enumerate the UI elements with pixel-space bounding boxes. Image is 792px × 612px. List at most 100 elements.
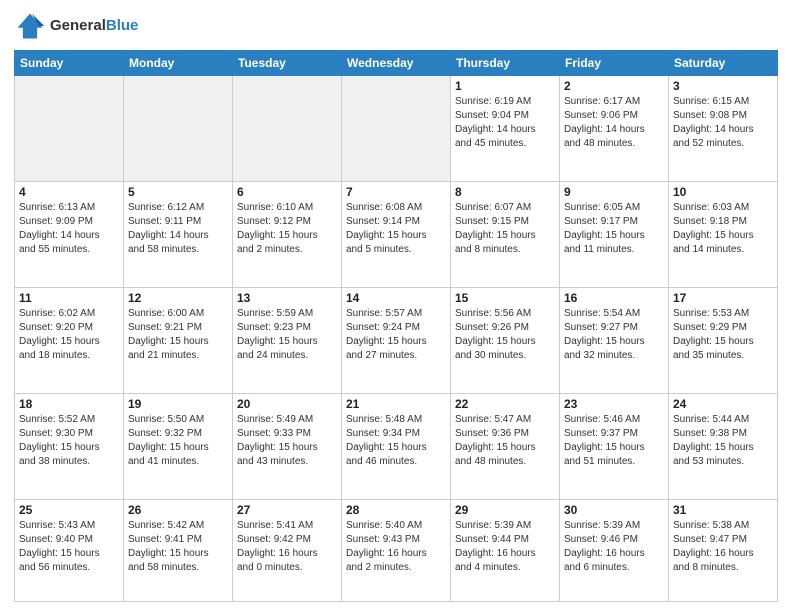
calendar-day-cell: 16 Sunrise: 5:54 AMSunset: 9:27 PMDayligh… <box>560 287 669 393</box>
day-info: Sunrise: 5:43 AMSunset: 9:40 PMDaylight:… <box>19 519 119 575</box>
day-info: Sunrise: 5:48 AMSunset: 9:34 PMDaylight:… <box>346 413 446 469</box>
day-number: 12 <box>128 291 228 305</box>
page: GeneralBlue SundayMondayTuesdayWednesday… <box>0 0 792 612</box>
calendar-day-cell: 29 Sunrise: 5:39 AMSunset: 9:44 PMDayligh… <box>451 499 560 601</box>
generalblue-logo-icon <box>14 10 46 42</box>
day-number: 29 <box>455 503 555 517</box>
calendar-day-cell <box>342 76 451 182</box>
calendar-day-cell: 17 Sunrise: 5:53 AMSunset: 9:29 PMDayligh… <box>669 287 778 393</box>
day-number: 24 <box>673 397 773 411</box>
day-number: 10 <box>673 185 773 199</box>
day-info: Sunrise: 6:15 AMSunset: 9:08 PMDaylight:… <box>673 95 773 151</box>
calendar-weekday-header: Tuesday <box>233 51 342 76</box>
day-number: 8 <box>455 185 555 199</box>
day-number: 5 <box>128 185 228 199</box>
calendar-table: SundayMondayTuesdayWednesdayThursdayFrid… <box>14 50 778 602</box>
calendar-day-cell <box>233 76 342 182</box>
calendar-day-cell: 23Sunrise: 5:46 AMSunset: 9:37 PMDayligh… <box>560 393 669 499</box>
calendar-day-cell <box>124 76 233 182</box>
calendar-day-cell: 28Sunrise: 5:40 AMSunset: 9:43 PMDayligh… <box>342 499 451 601</box>
day-info: Sunrise: 5:39 AMSunset: 9:44 PMDaylight:… <box>455 519 555 575</box>
day-number: 22 <box>455 397 555 411</box>
day-info: Sunrise: 6:10 AMSunset: 9:12 PMDaylight:… <box>237 201 337 257</box>
calendar-day-cell: 14 Sunrise: 5:57 AMSunset: 9:24 PMDayligh… <box>342 287 451 393</box>
calendar-week-row: 4Sunrise: 6:13 AMSunset: 9:09 PMDaylight… <box>15 181 778 287</box>
calendar-day-cell: 19 Sunrise: 5:50 AMSunset: 9:32 PMDayligh… <box>124 393 233 499</box>
calendar-week-row: 1Sunrise: 6:19 AMSunset: 9:04 PMDaylight… <box>15 76 778 182</box>
day-info: Sunrise: 6:05 AMSunset: 9:17 PMDaylight:… <box>564 201 664 257</box>
day-number: 21 <box>346 397 446 411</box>
calendar-day-cell: 18 Sunrise: 5:52 AMSunset: 9:30 PMDayligh… <box>15 393 124 499</box>
calendar-day-cell: 8 Sunrise: 6:07 AMSunset: 9:15 PMDaylight… <box>451 181 560 287</box>
day-info: Sunrise: 6:08 AMSunset: 9:14 PMDaylight:… <box>346 201 446 257</box>
calendar-weekday-header: Thursday <box>451 51 560 76</box>
day-info: Sunrise: 5:56 AMSunset: 9:26 PMDaylight:… <box>455 307 555 363</box>
header: GeneralBlue <box>14 10 778 42</box>
calendar-day-cell: 25Sunrise: 5:43 AMSunset: 9:40 PMDayligh… <box>15 499 124 601</box>
day-info: Sunrise: 5:54 AMSunset: 9:27 PMDaylight:… <box>564 307 664 363</box>
day-number: 19 <box>128 397 228 411</box>
day-number: 27 <box>237 503 337 517</box>
calendar-day-cell: 24 Sunrise: 5:44 AMSunset: 9:38 PMDayligh… <box>669 393 778 499</box>
calendar-weekday-header: Friday <box>560 51 669 76</box>
day-info: Sunrise: 6:07 AMSunset: 9:15 PMDaylight:… <box>455 201 555 257</box>
day-info: Sunrise: 5:44 AMSunset: 9:38 PMDaylight:… <box>673 413 773 469</box>
day-number: 3 <box>673 79 773 93</box>
calendar-day-cell: 21 Sunrise: 5:48 AMSunset: 9:34 PMDayligh… <box>342 393 451 499</box>
calendar-day-cell: 7 Sunrise: 6:08 AMSunset: 9:14 PMDaylight… <box>342 181 451 287</box>
calendar-day-cell <box>15 76 124 182</box>
calendar-day-cell: 26 Sunrise: 5:42 AMSunset: 9:41 PMDayligh… <box>124 499 233 601</box>
calendar-weekday-header: Monday <box>124 51 233 76</box>
calendar-day-cell: 9 Sunrise: 6:05 AMSunset: 9:17 PMDaylight… <box>560 181 669 287</box>
day-number: 6 <box>237 185 337 199</box>
day-info: Sunrise: 5:46 AMSunset: 9:37 PMDaylight:… <box>564 413 664 469</box>
day-info: Sunrise: 5:53 AMSunset: 9:29 PMDaylight:… <box>673 307 773 363</box>
day-info: Sunrise: 6:19 AMSunset: 9:04 PMDaylight:… <box>455 95 555 151</box>
day-info: Sunrise: 5:38 AMSunset: 9:47 PMDaylight:… <box>673 519 773 575</box>
day-number: 20 <box>237 397 337 411</box>
calendar-day-cell: 5 Sunrise: 6:12 AMSunset: 9:11 PMDaylight… <box>124 181 233 287</box>
calendar-day-cell: 30Sunrise: 5:39 AMSunset: 9:46 PMDayligh… <box>560 499 669 601</box>
logo-text: GeneralBlue <box>50 17 138 35</box>
day-info: Sunrise: 5:57 AMSunset: 9:24 PMDaylight:… <box>346 307 446 363</box>
day-number: 17 <box>673 291 773 305</box>
day-number: 30 <box>564 503 664 517</box>
day-info: Sunrise: 6:12 AMSunset: 9:11 PMDaylight:… <box>128 201 228 257</box>
day-number: 14 <box>346 291 446 305</box>
day-number: 9 <box>564 185 664 199</box>
day-number: 11 <box>19 291 119 305</box>
day-number: 26 <box>128 503 228 517</box>
calendar-day-cell: 10 Sunrise: 6:03 AMSunset: 9:18 PMDayligh… <box>669 181 778 287</box>
day-info: Sunrise: 5:42 AMSunset: 9:41 PMDaylight:… <box>128 519 228 575</box>
calendar-weekday-header: Sunday <box>15 51 124 76</box>
day-info: Sunrise: 5:47 AMSunset: 9:36 PMDaylight:… <box>455 413 555 469</box>
day-info: Sunrise: 6:13 AMSunset: 9:09 PMDaylight:… <box>19 201 119 257</box>
calendar-day-cell: 11 Sunrise: 6:02 AMSunset: 9:20 PMDayligh… <box>15 287 124 393</box>
day-info: Sunrise: 5:52 AMSunset: 9:30 PMDaylight:… <box>19 413 119 469</box>
day-number: 13 <box>237 291 337 305</box>
calendar-day-cell: 27Sunrise: 5:41 AMSunset: 9:42 PMDayligh… <box>233 499 342 601</box>
calendar-weekday-header: Saturday <box>669 51 778 76</box>
calendar-weekday-header: Wednesday <box>342 51 451 76</box>
day-info: Sunrise: 6:00 AMSunset: 9:21 PMDaylight:… <box>128 307 228 363</box>
calendar-day-cell: 13 Sunrise: 5:59 AMSunset: 9:23 PMDayligh… <box>233 287 342 393</box>
calendar-week-row: 11 Sunrise: 6:02 AMSunset: 9:20 PMDayligh… <box>15 287 778 393</box>
day-info: Sunrise: 5:50 AMSunset: 9:32 PMDaylight:… <box>128 413 228 469</box>
day-info: Sunrise: 6:03 AMSunset: 9:18 PMDaylight:… <box>673 201 773 257</box>
calendar-day-cell: 6 Sunrise: 6:10 AMSunset: 9:12 PMDaylight… <box>233 181 342 287</box>
calendar-day-cell: 4Sunrise: 6:13 AMSunset: 9:09 PMDaylight… <box>15 181 124 287</box>
day-number: 7 <box>346 185 446 199</box>
day-info: Sunrise: 5:49 AMSunset: 9:33 PMDaylight:… <box>237 413 337 469</box>
day-info: Sunrise: 6:02 AMSunset: 9:20 PMDaylight:… <box>19 307 119 363</box>
day-info: Sunrise: 6:17 AMSunset: 9:06 PMDaylight:… <box>564 95 664 151</box>
calendar-day-cell: 12 Sunrise: 6:00 AMSunset: 9:21 PMDayligh… <box>124 287 233 393</box>
calendar-day-cell: 15Sunrise: 5:56 AMSunset: 9:26 PMDayligh… <box>451 287 560 393</box>
day-number: 16 <box>564 291 664 305</box>
day-number: 28 <box>346 503 446 517</box>
day-number: 18 <box>19 397 119 411</box>
calendar-day-cell: 3 Sunrise: 6:15 AMSunset: 9:08 PMDaylight… <box>669 76 778 182</box>
day-number: 31 <box>673 503 773 517</box>
calendar-day-cell: 22 Sunrise: 5:47 AMSunset: 9:36 PMDayligh… <box>451 393 560 499</box>
day-info: Sunrise: 5:59 AMSunset: 9:23 PMDaylight:… <box>237 307 337 363</box>
calendar-week-row: 18 Sunrise: 5:52 AMSunset: 9:30 PMDayligh… <box>15 393 778 499</box>
